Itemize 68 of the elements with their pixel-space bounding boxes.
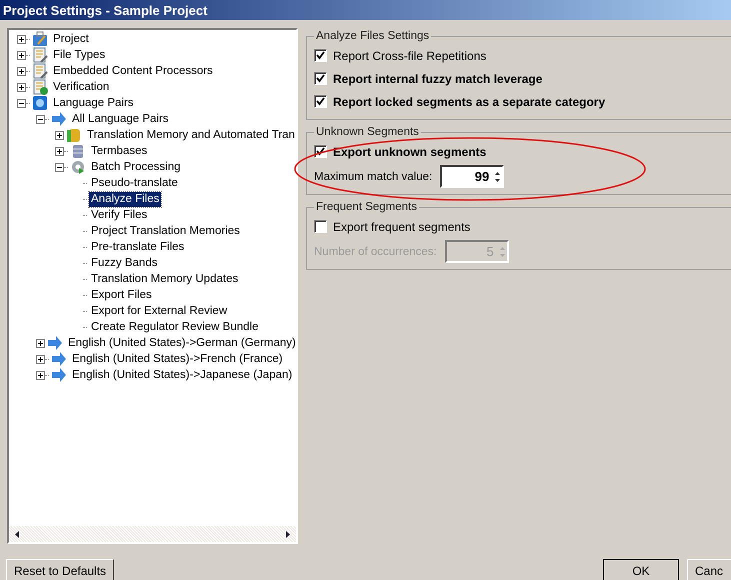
- field-label: Maximum match value:: [314, 170, 432, 182]
- tree-item[interactable]: All Language Pairs: [70, 112, 171, 126]
- stack-icon: [70, 143, 86, 159]
- tree-item[interactable]: Translation Memory and Automated Tran: [85, 128, 297, 142]
- expander-icon[interactable]: [17, 82, 26, 92]
- scroll-right-icon[interactable]: [283, 530, 292, 538]
- reset-button[interactable]: Reset to Defaults: [6, 559, 114, 580]
- checklist-icon: [32, 79, 48, 95]
- tree-item[interactable]: English (United States)->French (France): [70, 352, 285, 366]
- tree-item[interactable]: English (United States)->Japanese (Japan): [70, 368, 294, 382]
- document-icon: [32, 63, 48, 79]
- briefcase-icon: [32, 31, 48, 47]
- tree-item[interactable]: Verification: [51, 80, 112, 94]
- field-label: Number of occurrences:: [314, 246, 437, 258]
- arrow-icon: [47, 335, 63, 351]
- tree-item[interactable]: Embedded Content Processors: [51, 64, 215, 78]
- expander-icon[interactable]: [17, 34, 26, 44]
- cancel-button[interactable]: Canc: [687, 559, 731, 580]
- expander-icon[interactable]: [55, 146, 64, 156]
- checkbox-label: Export frequent segments: [333, 220, 470, 234]
- expander-icon[interactable]: [55, 130, 64, 140]
- checkbox[interactable]: [314, 95, 327, 108]
- tree-item[interactable]: File Types: [51, 48, 108, 62]
- checkbox-label: Report locked segments as a separate category: [333, 94, 606, 108]
- checkbox-label: Export unknown segments: [333, 144, 486, 158]
- tree-item[interactable]: Analyze Files: [89, 192, 162, 206]
- tree-item[interactable]: Verify Files: [89, 208, 150, 222]
- document-icon: [32, 47, 48, 63]
- tree-item[interactable]: Export for External Review: [89, 304, 230, 318]
- expander-icon[interactable]: [36, 370, 45, 380]
- tree-item[interactable]: Termbases: [89, 144, 150, 158]
- checkbox[interactable]: [314, 72, 327, 85]
- group-title: Unknown Segments: [315, 126, 420, 138]
- tree-item[interactable]: Translation Memory Updates: [89, 272, 240, 286]
- tree-item[interactable]: Pre-translate Files: [89, 240, 186, 254]
- tree-item[interactable]: Language Pairs: [51, 96, 136, 110]
- tree-item[interactable]: Project: [51, 32, 91, 46]
- number-spinner[interactable]: 99: [440, 165, 504, 188]
- expander-icon[interactable]: [55, 162, 64, 172]
- tree-item[interactable]: Fuzzy Bands: [89, 256, 160, 270]
- arrow-icon: [51, 351, 67, 367]
- tree-item[interactable]: English (United States)->German (Germany): [66, 336, 298, 350]
- tree-item[interactable]: Pseudo-translate: [89, 176, 180, 190]
- expander-icon[interactable]: [36, 114, 45, 124]
- group-title: Frequent Segments: [315, 201, 418, 213]
- expander-icon[interactable]: [17, 66, 26, 76]
- gear-icon: [70, 159, 86, 175]
- checkbox[interactable]: [314, 220, 327, 233]
- expander-icon[interactable]: [17, 98, 26, 108]
- window-title: Project Settings - Sample Project: [3, 2, 208, 18]
- tree-item[interactable]: Create Regulator Review Bundle: [89, 320, 260, 334]
- expander-icon[interactable]: [17, 50, 26, 60]
- arrow-icon: [51, 367, 67, 383]
- tree-item[interactable]: Batch Processing: [89, 160, 182, 174]
- checkbox[interactable]: [314, 49, 327, 62]
- database-icon: [66, 127, 82, 143]
- ok-button[interactable]: OK: [603, 559, 679, 580]
- scroll-left-icon[interactable]: [13, 530, 22, 538]
- expander-icon[interactable]: [36, 354, 45, 364]
- group-title: Analyze Files Settings: [315, 30, 430, 42]
- checkbox-label: Report Cross-file Repetitions: [333, 48, 486, 62]
- globe-icon: [32, 95, 48, 111]
- arrow-icon: [51, 111, 67, 127]
- checkbox-label: Report internal fuzzy match leverage: [333, 72, 542, 86]
- horizontal-scrollbar[interactable]: [9, 526, 296, 542]
- tree-item[interactable]: Project Translation Memories: [89, 224, 242, 238]
- expander-icon[interactable]: [36, 338, 45, 348]
- tree-item[interactable]: Export Files: [89, 288, 154, 302]
